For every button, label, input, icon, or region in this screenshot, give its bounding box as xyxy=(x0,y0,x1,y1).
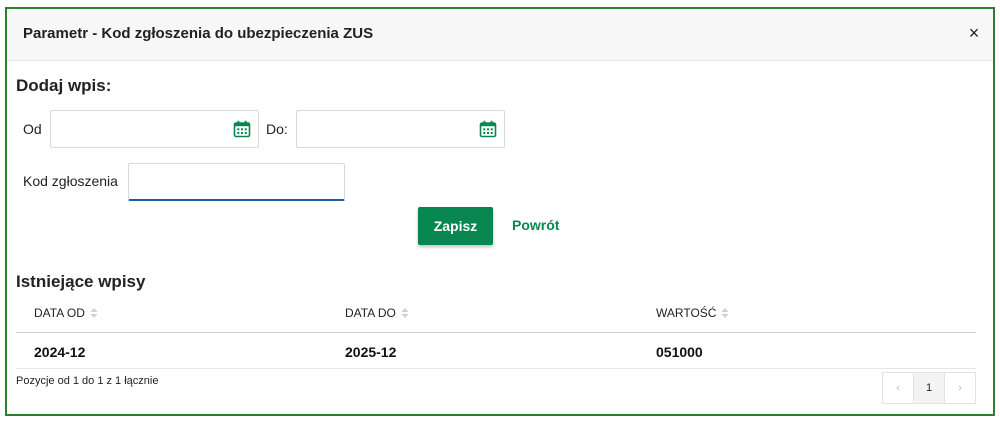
column-header-date-to[interactable]: DATA DO xyxy=(345,306,409,320)
code-label: Kod zgłoszenia xyxy=(23,173,118,189)
column-header-label: WARTOŚĆ xyxy=(656,306,717,320)
sort-icon xyxy=(401,308,409,318)
next-page-button[interactable]: › xyxy=(944,372,976,404)
code-field[interactable] xyxy=(128,163,345,201)
from-label: Od xyxy=(23,121,42,137)
column-header-label: DATA OD xyxy=(34,306,85,320)
calendar-icon[interactable] xyxy=(479,120,497,138)
cell-date-from: 2024-12 xyxy=(34,344,86,360)
save-button[interactable]: Zapisz xyxy=(418,207,493,245)
column-header-label: DATA DO xyxy=(345,306,396,320)
back-link[interactable]: Powrót xyxy=(512,217,559,233)
cell-date-to: 2025-12 xyxy=(345,344,397,360)
to-date-input[interactable] xyxy=(297,111,504,147)
page-button-1[interactable]: 1 xyxy=(913,372,945,404)
pagination: ‹ 1 › xyxy=(882,372,976,404)
sort-icon xyxy=(721,308,729,318)
to-date-field[interactable] xyxy=(296,110,505,148)
from-date-field[interactable] xyxy=(50,110,259,148)
sort-icon xyxy=(90,308,98,318)
pagination-info: Pozycje od 1 do 1 z 1 łącznie xyxy=(16,375,159,387)
cell-value: 051000 xyxy=(656,344,703,360)
from-date-input[interactable] xyxy=(51,111,258,147)
table-row: 2024-12 2025-12 051000 xyxy=(16,333,976,369)
add-entry-heading: Dodaj wpis: xyxy=(16,76,112,95)
calendar-icon[interactable] xyxy=(233,120,251,138)
code-input[interactable] xyxy=(129,164,344,199)
column-header-value[interactable]: WARTOŚĆ xyxy=(656,306,729,320)
to-label: Do: xyxy=(266,121,288,137)
dialog-header: Parametr - Kod zgłoszenia do ubezpieczen… xyxy=(7,9,993,61)
table-header-row: DATA OD DATA DO WARTOŚĆ xyxy=(16,293,976,333)
column-header-date-from[interactable]: DATA OD xyxy=(34,306,98,320)
prev-page-button[interactable]: ‹ xyxy=(882,372,914,404)
dialog-title: Parametr - Kod zgłoszenia do ubezpieczen… xyxy=(23,25,374,42)
existing-entries-heading: Istniejące wpisy xyxy=(16,272,146,291)
close-button[interactable]: × xyxy=(965,24,983,42)
